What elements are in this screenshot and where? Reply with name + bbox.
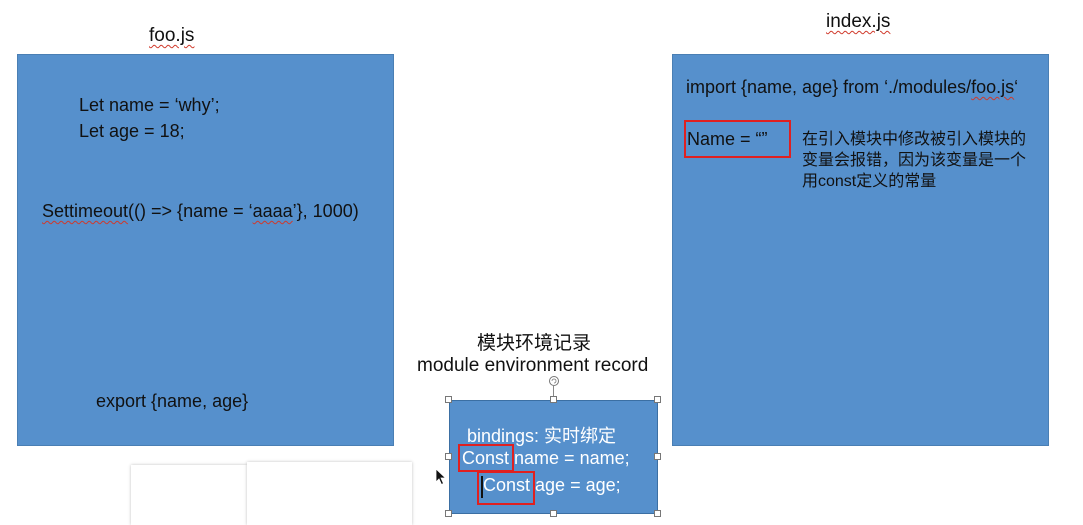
index-assign-line: Name = “” xyxy=(687,129,768,149)
foo-line-age: Let age = 18; xyxy=(79,121,185,141)
resize-handle-middle-right[interactable] xyxy=(654,453,661,460)
index-title: index.js xyxy=(826,11,891,32)
resize-handle-middle-left[interactable] xyxy=(445,453,452,460)
foo-title: foo.js xyxy=(149,25,195,46)
rotate-handle-icon[interactable] xyxy=(548,374,560,386)
foo-line-settimeout: Settimeout(() => {name = ‘aaaa’}, 1000) xyxy=(42,201,359,221)
record-title-en: module environment record xyxy=(417,355,649,376)
resize-handle-top-center[interactable] xyxy=(550,396,557,403)
settimeout-word: Settimeout xyxy=(42,201,129,221)
record-title-cn: 模块环境记录 xyxy=(477,333,592,354)
const-name-highlight-box xyxy=(458,444,514,472)
resize-handle-bottom-left[interactable] xyxy=(445,510,452,517)
const-age-highlight-box xyxy=(477,471,535,505)
resize-handle-top-right[interactable] xyxy=(654,396,661,403)
mouse-pointer-icon xyxy=(435,468,447,486)
resize-handle-bottom-center[interactable] xyxy=(550,510,557,517)
resize-handle-bottom-right[interactable] xyxy=(654,510,661,517)
slide-thumbnail-right xyxy=(247,462,412,525)
index-error-note: 在引入模块中修改被引入模块的变量会报错，因为该变量是一个用const定义的常量 xyxy=(802,131,1027,190)
index-panel: import {name, age} from ‘./modules/foo.j… xyxy=(672,54,1049,446)
foo-panel: Let name = ‘why’; Let age = 18; Settimeo… xyxy=(17,54,394,446)
slide-thumbnail-left xyxy=(131,465,247,525)
resize-handle-top-left[interactable] xyxy=(445,396,452,403)
foo-export: export {name, age} xyxy=(96,391,249,411)
index-import-line: import {name, age} from ‘./modules/foo.j… xyxy=(686,77,1019,97)
foo-line-name: Let name = ‘why’; xyxy=(79,95,220,115)
